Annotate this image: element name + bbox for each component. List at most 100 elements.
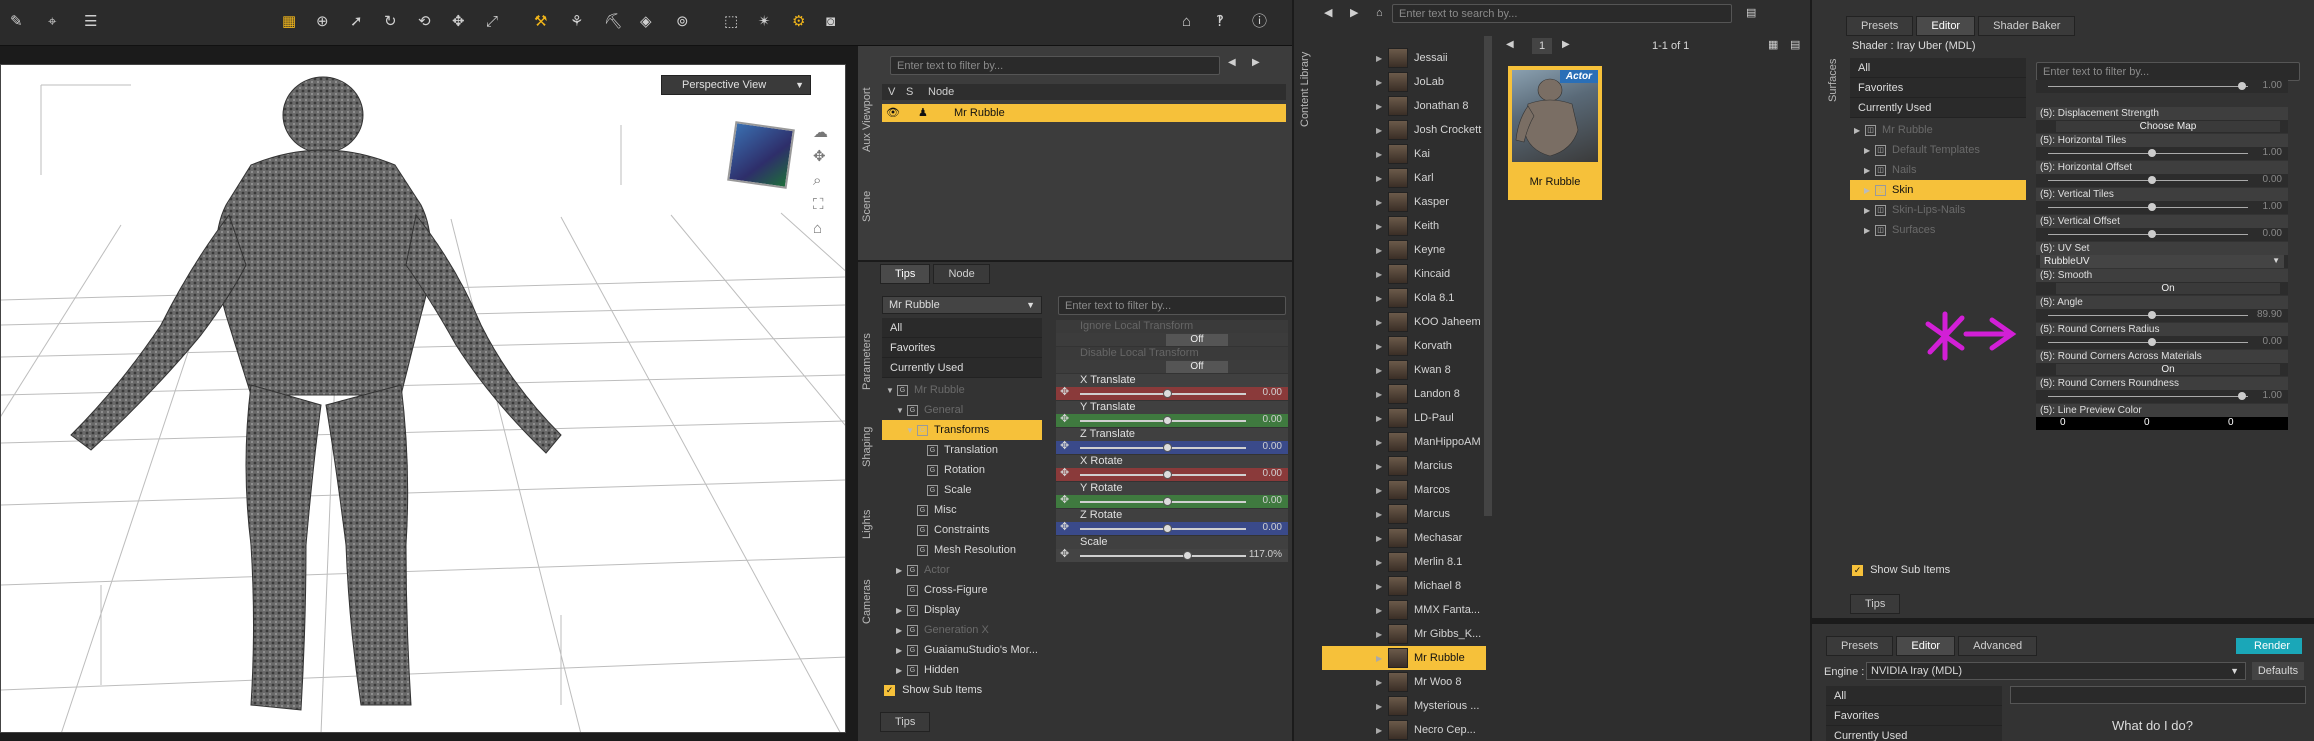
surface-property[interactable]: (5): Smooth On	[2036, 269, 2288, 296]
slider-handle[interactable]	[2148, 203, 2156, 211]
tab-lights[interactable]: Lights	[858, 494, 876, 554]
dots-grid-icon[interactable]: ▦	[282, 14, 296, 29]
tab-shaping[interactable]: Shaping	[858, 412, 876, 482]
expand-arrow-icon[interactable]: ▶	[1376, 702, 1388, 711]
expand-arrow-icon[interactable]: ▶	[1376, 294, 1388, 303]
tree-item[interactable]: G Misc	[882, 500, 1042, 520]
tab-parameters[interactable]: Parameters	[858, 322, 876, 402]
content-list-item[interactable]: ▶ Marcius	[1376, 454, 1486, 478]
expand-arrow-icon[interactable]: ▶	[1376, 150, 1388, 159]
color-channel[interactable]: 0	[2144, 417, 2150, 428]
forward-icon[interactable]: ▶	[1350, 8, 1358, 19]
list-view-icon[interactable]: ▤	[1790, 40, 1800, 51]
param-slider[interactable]: Y Translate ✥ 0.00	[1056, 401, 1288, 427]
content-card-mr-rubble[interactable]: Actor Mr Rubble	[1508, 66, 1602, 200]
surfaces-show-sub-items[interactable]: ✓ Show Sub Items	[1852, 564, 1950, 576]
param-slider[interactable]: X Translate ✥ 0.00	[1056, 374, 1288, 400]
render-camera-icon[interactable]: ◙	[826, 14, 835, 29]
surfaces-search-input[interactable]	[2036, 62, 2300, 81]
next-page-icon[interactable]: ▶	[1562, 40, 1570, 50]
expand-arrow-icon[interactable]: ▶	[1376, 414, 1388, 423]
back-icon[interactable]: ◀	[1324, 8, 1332, 19]
content-list-item[interactable]: ▶ Mr Gibbs_K...	[1376, 622, 1486, 646]
content-list-item[interactable]: ▶ Michael 8	[1376, 574, 1486, 598]
expand-arrow-icon[interactable]: ▶	[1376, 606, 1388, 615]
content-list-item[interactable]: ▶ Mysterious ...	[1376, 694, 1486, 718]
scene-search-input[interactable]	[890, 56, 1220, 75]
tree-item[interactable]: ▶ ◫ Default Templates	[1850, 140, 2026, 160]
surface-property-bar[interactable]: 0.00	[2036, 228, 2288, 241]
tab-scene[interactable]: Scene	[858, 176, 876, 236]
figure-mr-rubble[interactable]	[1, 65, 846, 733]
param-bar[interactable]: ✥ 0.00	[1056, 387, 1288, 400]
surface-property[interactable]: (5): Vertical Offset 0.00	[2036, 215, 2288, 242]
tree-item[interactable]: ▶ ◫ Skin-Lips-Nails	[1850, 200, 2026, 220]
what-do-i-do[interactable]: What do I do?	[2112, 718, 2193, 733]
list-item-all[interactable]: All	[882, 318, 1042, 338]
content-list-item[interactable]: ▶ Mechasar	[1376, 526, 1486, 550]
expand-arrow-icon[interactable]: ▼	[896, 406, 907, 415]
joint-editor-icon[interactable]: ⚒	[534, 14, 547, 29]
expand-arrow-icon[interactable]: ▶	[1376, 486, 1388, 495]
tree-item[interactable]: ▼ G Mr Rubble	[882, 380, 1042, 400]
geometry-editor-icon[interactable]: ◈	[640, 14, 652, 29]
content-list-item[interactable]: ▶ Necro Cep...	[1376, 718, 1486, 741]
params-search-input[interactable]	[1058, 296, 1286, 315]
surface-property-value[interactable]: 0.00	[2263, 174, 2282, 185]
content-list-item[interactable]: ▶ ManHippoAM	[1376, 430, 1486, 454]
surface-property[interactable]: (5): Line Preview Color 0 0 0	[2036, 404, 2288, 431]
content-list-item[interactable]: ▶ MMX Fanta...	[1376, 598, 1486, 622]
surface-property-bar[interactable]: 1.00	[2036, 201, 2288, 214]
tab-node[interactable]: Node	[933, 264, 990, 284]
slider-handle[interactable]	[2148, 311, 2156, 319]
expand-arrow-icon[interactable]: ▶	[1376, 174, 1388, 183]
tab-aux-viewport[interactable]: Aux Viewport	[858, 70, 876, 170]
tab-content-library[interactable]: Content Library	[1296, 34, 1314, 144]
params-show-sub-items[interactable]: ✓ Show Sub Items	[884, 684, 982, 696]
param-slider[interactable]: Z Translate ✥ 0.00	[1056, 428, 1288, 454]
list-item-currently-used[interactable]: Currently Used	[1826, 726, 2002, 741]
param-bar[interactable]: ✥ 0.00	[1056, 468, 1288, 481]
expand-arrow-icon[interactable]: ▶	[896, 646, 907, 655]
tab-cameras[interactable]: Cameras	[858, 562, 876, 642]
surface-property-value[interactable]: 1.00	[2263, 80, 2282, 91]
list-item-favorites[interactable]: Favorites	[882, 338, 1042, 358]
tree-item[interactable]: G Cross-Figure	[882, 580, 1042, 600]
expand-arrow-icon[interactable]: ▶	[1376, 318, 1388, 327]
slider-handle[interactable]	[2148, 176, 2156, 184]
content-search-input[interactable]	[1392, 4, 1732, 23]
tree-item[interactable]: ▶ ◫ Mr Rubble	[1850, 120, 2026, 140]
expand-arrow-icon[interactable]: ▶	[896, 626, 907, 635]
surface-property-value[interactable]: 0.00	[2263, 228, 2282, 239]
tab-advanced[interactable]: Advanced	[1958, 636, 2038, 656]
defaults-button[interactable]: Defaults	[2252, 662, 2304, 680]
content-list-item[interactable]: ▶ Kincaid	[1376, 262, 1486, 286]
param-value[interactable]: 0.00	[1263, 387, 1282, 398]
expand-arrow-icon[interactable]: ▶	[1376, 534, 1388, 543]
tree-item[interactable]: G Rotation	[882, 460, 1042, 480]
surface-property[interactable]: (5): Round Corners Roundness 1.00	[2036, 377, 2288, 404]
content-list-item[interactable]: ▶ Marcos	[1376, 478, 1486, 502]
expand-arrow-icon[interactable]: ▶	[896, 606, 907, 615]
move-icon[interactable]: ✥	[452, 14, 465, 29]
param-slider[interactable]: Ignore Local Transform Off	[1056, 320, 1288, 346]
surface-property[interactable]: (5): Round Corners Radius 0.00	[2036, 323, 2288, 350]
slider-track[interactable]	[1080, 555, 1246, 557]
slider-handle[interactable]	[2238, 392, 2246, 400]
slider-track[interactable]	[2048, 86, 2248, 87]
surface-property-bar[interactable]: 1.00	[2036, 147, 2288, 160]
tab-presets[interactable]: Presets	[1846, 16, 1914, 36]
home-icon[interactable]: ⌂	[1376, 8, 1383, 19]
content-list-item[interactable]: ▶ Jonathan 8	[1376, 94, 1486, 118]
param-slider[interactable]: Scale ✥ 117.0%	[1056, 536, 1288, 562]
expand-arrow-icon[interactable]: ▶	[1376, 342, 1388, 351]
universal-tool-icon[interactable]: ⊕	[316, 14, 329, 29]
param-value[interactable]: 0.00	[1263, 522, 1282, 533]
expand-arrow-icon[interactable]: ▶	[1376, 102, 1388, 111]
param-slider[interactable]: Z Rotate ✥ 0.00	[1056, 509, 1288, 535]
content-list-item[interactable]: ▶ Mr Woo 8	[1376, 670, 1486, 694]
expand-arrow-icon[interactable]: ▶	[1376, 654, 1388, 663]
expand-arrow-icon[interactable]: ▶	[1376, 558, 1388, 567]
slider-handle[interactable]	[1163, 497, 1172, 506]
surface-selection-icon[interactable]: ⚘	[570, 14, 583, 29]
